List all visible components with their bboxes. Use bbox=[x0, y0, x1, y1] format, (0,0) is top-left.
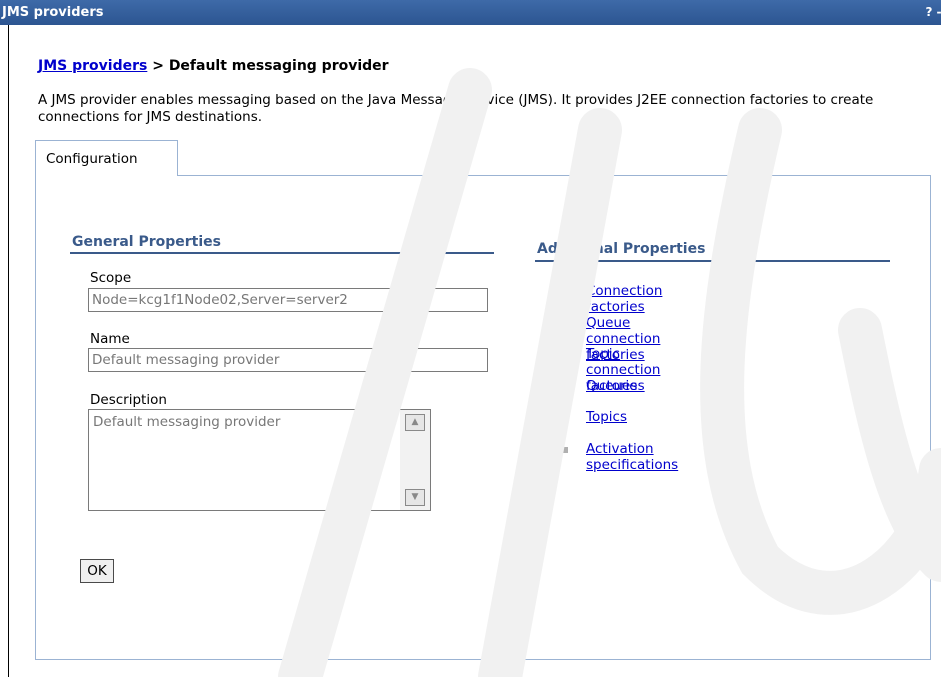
breadcrumb: JMS providers > Default messaging provid… bbox=[38, 58, 389, 74]
window-title: JMS providers bbox=[2, 5, 104, 20]
name-label: Name bbox=[90, 331, 130, 347]
additional-properties-heading: Additional Properties bbox=[537, 241, 706, 257]
page-description: A JMS provider enables messaging based o… bbox=[38, 92, 874, 125]
window-title-bar: JMS providers ? - bbox=[0, 0, 941, 25]
description-textarea[interactable]: Default messaging provider ▲ ▼ bbox=[88, 409, 431, 511]
bullet-icon bbox=[562, 415, 568, 422]
description-label: Description bbox=[90, 392, 167, 408]
additional-properties-rule bbox=[535, 260, 890, 262]
tab-configuration[interactable]: Configuration bbox=[35, 140, 178, 176]
description-scrollbar[interactable]: ▲ ▼ bbox=[400, 410, 430, 510]
bullet-icon bbox=[562, 320, 568, 327]
link-queues[interactable]: Queues bbox=[586, 378, 637, 394]
scope-label: Scope bbox=[90, 270, 132, 286]
scroll-up-icon[interactable]: ▲ bbox=[405, 414, 425, 431]
tab-label: Configuration bbox=[46, 151, 138, 167]
left-border bbox=[8, 25, 9, 677]
general-properties-rule bbox=[70, 252, 494, 254]
link-topics[interactable]: Topics bbox=[586, 409, 627, 425]
minimize-icon[interactable]: - bbox=[934, 5, 941, 20]
breadcrumb-current: Default messaging provider bbox=[168, 58, 389, 74]
bullet-icon bbox=[562, 383, 568, 390]
bullet-icon bbox=[562, 289, 568, 295]
help-icon[interactable]: ? bbox=[924, 5, 934, 20]
scroll-down-icon[interactable]: ▼ bbox=[405, 489, 425, 506]
breadcrumb-link-jms-providers[interactable]: JMS providers bbox=[38, 58, 147, 74]
name-field[interactable] bbox=[88, 348, 488, 372]
link-connection-factories[interactable]: Connection factories bbox=[586, 283, 662, 315]
scope-field[interactable] bbox=[88, 288, 488, 312]
link-activation-specifications[interactable]: Activation specifications bbox=[586, 441, 678, 473]
description-value: Default messaging provider bbox=[93, 414, 281, 430]
bullet-icon bbox=[562, 446, 568, 453]
breadcrumb-separator: > bbox=[147, 58, 169, 74]
general-properties-heading: General Properties bbox=[72, 234, 221, 250]
bullet-icon bbox=[562, 352, 568, 359]
ok-button[interactable]: OK bbox=[80, 559, 114, 583]
